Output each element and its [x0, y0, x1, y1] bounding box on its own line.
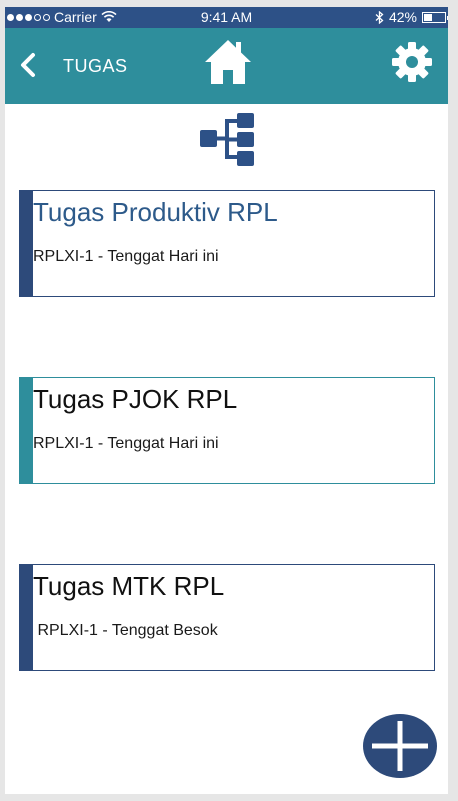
app-bar: TUGAS: [5, 28, 448, 104]
chevron-left-icon[interactable]: [17, 52, 39, 78]
home-icon[interactable]: [203, 38, 253, 86]
task-subtitle: RPLXI-1 - Tenggat Hari ini: [33, 435, 219, 452]
page-title: TUGAS: [63, 56, 128, 76]
battery-group: 42%: [375, 9, 448, 25]
plus-icon: [372, 721, 428, 771]
task-accent-bar: [20, 191, 33, 296]
task-title: Tugas Produktiv RPL: [33, 197, 278, 227]
task-card[interactable]: Tugas Produktiv RPL RPLXI-1 - Tenggat Ha…: [19, 190, 435, 297]
phone-screen: Carrier 9:41 AM 42% TUGAS Tugas Produkti…: [5, 7, 448, 794]
task-title: Tugas PJOK RPL: [33, 384, 238, 414]
task-card[interactable]: Tugas PJOK RPL RPLXI-1 - Tenggat Hari in…: [19, 377, 435, 484]
task-subtitle: RPLXI-1 - Tenggat Hari ini: [33, 248, 219, 265]
tree-structure-icon: [200, 113, 254, 166]
gear-icon[interactable]: [391, 41, 433, 83]
task-title: Tugas MTK RPL: [33, 571, 225, 601]
task-accent-bar: [20, 378, 33, 483]
battery-icon: [422, 11, 448, 23]
battery-level-fill: [424, 13, 432, 21]
add-task-button[interactable]: [363, 714, 437, 778]
task-subtitle: RPLXI-1 - Tenggat Besok: [33, 622, 218, 639]
bluetooth-icon: [375, 10, 384, 24]
battery-percent: 42%: [388, 9, 417, 25]
task-accent-bar: [20, 565, 33, 670]
status-bar: Carrier 9:41 AM 42%: [5, 7, 448, 28]
task-card[interactable]: Tugas MTK RPL RPLXI-1 - Tenggat Besok: [19, 564, 435, 671]
